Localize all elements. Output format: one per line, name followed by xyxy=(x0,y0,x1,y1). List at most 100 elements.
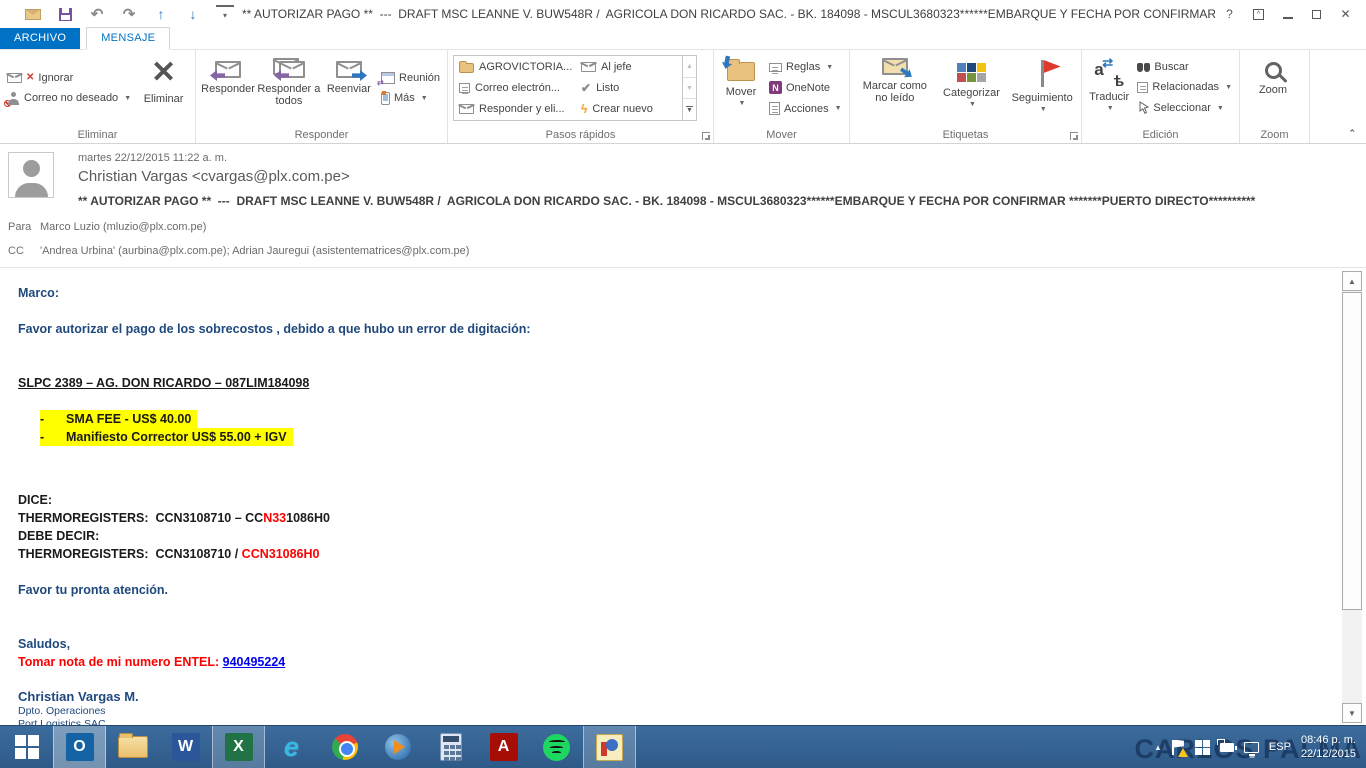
dropdown-arrow-icon: ▼ xyxy=(1217,105,1224,112)
previous-item-button[interactable]: ↑ xyxy=(152,5,170,23)
translate-button[interactable]: a⇄ѣ Traducir ▼ xyxy=(1085,52,1133,124)
action-center-flag-icon[interactable] xyxy=(1172,740,1185,755)
dialog-launcher-icon[interactable] xyxy=(702,132,710,140)
binoculars-icon xyxy=(1137,63,1150,72)
to-recipients[interactable]: Marco Luzio (mluzio@plx.com.pe) xyxy=(40,221,206,233)
customize-qat-button[interactable]: ▾ xyxy=(216,5,234,23)
gallery-up-button[interactable]: ▲ xyxy=(683,56,696,78)
taskbar-word[interactable]: W xyxy=(159,726,212,768)
entel-line: Tomar nota de mi numero ENTEL: 940495224 xyxy=(18,653,1306,671)
clock[interactable]: 08:46 p. m. 22/12/2015 xyxy=(1301,733,1356,761)
scroll-up-button[interactable]: ▲ xyxy=(1342,271,1362,291)
dialog-launcher-icon[interactable] xyxy=(1070,132,1078,140)
scroll-down-button[interactable]: ▼ xyxy=(1342,703,1362,723)
select-button[interactable]: Seleccionar ▼ xyxy=(1137,101,1232,115)
quick-step-responder-y-eliminar[interactable]: Responder y eli... xyxy=(456,99,578,120)
title-bar: ↶ ↷ ↑ ↓ ▾ ** AUTORIZAR PAGO ** --- DRAFT… xyxy=(0,0,1366,28)
ignore-icon xyxy=(7,73,22,83)
taskbar-adobe-reader[interactable]: A xyxy=(477,726,530,768)
email-icon xyxy=(459,83,470,93)
taskbar-media-player[interactable] xyxy=(371,726,424,768)
related-button[interactable]: Relacionadas ▼ xyxy=(1137,81,1232,93)
move-button[interactable]: Mover ▼ xyxy=(717,52,765,124)
signature-name: Christian Vargas M. xyxy=(18,689,1306,705)
taskbar-file-explorer[interactable] xyxy=(106,726,159,768)
language-indicator[interactable]: ESP xyxy=(1269,741,1291,753)
delete-button[interactable]: ✕ Eliminar xyxy=(135,52,192,124)
ignore-x-icon: ✕ xyxy=(26,72,34,83)
junk-mail-button[interactable]: Correo no deseado ▼ xyxy=(7,92,131,105)
undo-button[interactable]: ↶ xyxy=(88,5,106,23)
tray-windows-icon[interactable] xyxy=(1195,740,1210,755)
minimize-button[interactable] xyxy=(1273,3,1302,25)
close-button[interactable]: ✕ xyxy=(1331,3,1360,25)
help-button[interactable]: ? xyxy=(1215,3,1244,25)
taskbar-spotify[interactable] xyxy=(530,726,583,768)
taskbar-calculator[interactable] xyxy=(424,726,477,768)
message-date: martes 22/12/2015 11:22 a. m. xyxy=(78,152,227,164)
gallery-more-button[interactable]: ▼ xyxy=(683,99,696,120)
onenote-button[interactable]: N OneNote xyxy=(769,81,842,94)
more-respond-button[interactable]: Más ▼ xyxy=(381,92,440,105)
check-icon: ✔ xyxy=(581,81,591,95)
unread-envelope-icon xyxy=(882,58,908,75)
zoom-button[interactable]: Zoom xyxy=(1243,52,1303,124)
message-sender[interactable]: Christian Vargas <cvargas@plx.com.pe> xyxy=(78,168,350,185)
taskbar-internet-explorer[interactable]: e xyxy=(265,726,318,768)
entel-number-link[interactable]: 940495224 xyxy=(223,655,286,669)
network-icon[interactable] xyxy=(1244,742,1259,753)
meeting-button[interactable]: Reunión xyxy=(381,72,440,84)
start-button[interactable] xyxy=(0,726,53,768)
save-button[interactable] xyxy=(56,5,74,23)
ribbon-display-options-button[interactable]: ^ xyxy=(1244,3,1273,25)
mark-unread-button[interactable]: Marcar comono leído xyxy=(853,52,937,124)
reply-button[interactable]: Responder xyxy=(199,52,257,124)
gallery-down-button[interactable]: ▼ xyxy=(683,78,696,100)
quick-step-correo-electronico[interactable]: Correo electrón... xyxy=(456,78,578,99)
scrollbar-thumb[interactable] xyxy=(1342,292,1362,610)
media-player-icon xyxy=(385,734,411,760)
redo-button[interactable]: ↷ xyxy=(120,5,138,23)
quick-step-crear-nuevo[interactable]: ϟ Crear nuevo xyxy=(578,99,680,120)
vertical-scrollbar[interactable]: ▲ ▼ xyxy=(1342,271,1362,723)
reply-delete-icon xyxy=(459,104,474,114)
find-button[interactable]: Buscar xyxy=(1137,61,1232,73)
dropdown-arrow-icon: ▼ xyxy=(124,95,131,102)
quick-step-al-jefe[interactable]: Al jefe xyxy=(578,57,680,78)
battery-icon[interactable] xyxy=(1220,743,1234,752)
taskbar-excel[interactable]: X xyxy=(212,726,265,768)
dice-line: THERMOREGISTERS: CCN3108710 – CCN331086H… xyxy=(18,509,1306,527)
taskbar-outlook[interactable]: O xyxy=(53,726,106,768)
delete-x-icon: ✕ xyxy=(151,58,176,88)
reply-all-button[interactable]: Responder a todos xyxy=(257,52,321,124)
lightning-icon: ϟ xyxy=(581,102,587,116)
follow-up-button[interactable]: Seguimiento ▼ xyxy=(1006,52,1078,124)
cursor-icon xyxy=(1137,101,1149,115)
group-label-responder: Responder xyxy=(196,129,447,141)
reply-all-icon xyxy=(273,58,305,78)
next-item-button[interactable]: ↓ xyxy=(184,5,202,23)
actions-icon xyxy=(769,102,780,115)
ignore-button[interactable]: ✕ Ignorar xyxy=(7,72,131,84)
tab-mensaje[interactable]: MENSAJE xyxy=(86,27,170,50)
quick-step-agrovictoria[interactable]: AGROVICTORIA... xyxy=(456,57,578,78)
taskbar-chrome[interactable] xyxy=(318,726,371,768)
rules-button[interactable]: Reglas ▼ xyxy=(769,61,842,73)
paint-app-icon xyxy=(596,734,623,761)
cc-recipients[interactable]: 'Andrea Urbina' (aurbina@plx.com.pe); Ad… xyxy=(40,245,469,257)
message-header: martes 22/12/2015 11:22 a. m. Christian … xyxy=(0,145,1366,268)
forward-button[interactable]: Reenviar xyxy=(321,52,377,124)
taskbar-paint-app[interactable] xyxy=(583,726,636,768)
taskbar: CARLOS PALMA O W X e A ▲ ESP 08:46 p. m.… xyxy=(0,725,1366,768)
restore-button[interactable] xyxy=(1302,3,1331,25)
actions-button[interactable]: Acciones ▼ xyxy=(769,102,842,115)
dropdown-arrow-icon: ▼ xyxy=(421,95,428,102)
tab-archivo[interactable]: ARCHIVO xyxy=(0,28,80,49)
rules-icon xyxy=(769,63,782,72)
quick-step-listo[interactable]: ✔ Listo xyxy=(578,78,680,99)
restore-icon xyxy=(1312,10,1321,19)
categorize-button[interactable]: Categorizar ▼ xyxy=(937,52,1007,124)
body-reference: SLPC 2389 – AG. DON RICARDO – 087LIM1840… xyxy=(18,374,1306,392)
collapse-ribbon-button[interactable]: ⌃ xyxy=(1348,128,1356,139)
show-hidden-icons-button[interactable]: ▲ xyxy=(1154,743,1162,752)
